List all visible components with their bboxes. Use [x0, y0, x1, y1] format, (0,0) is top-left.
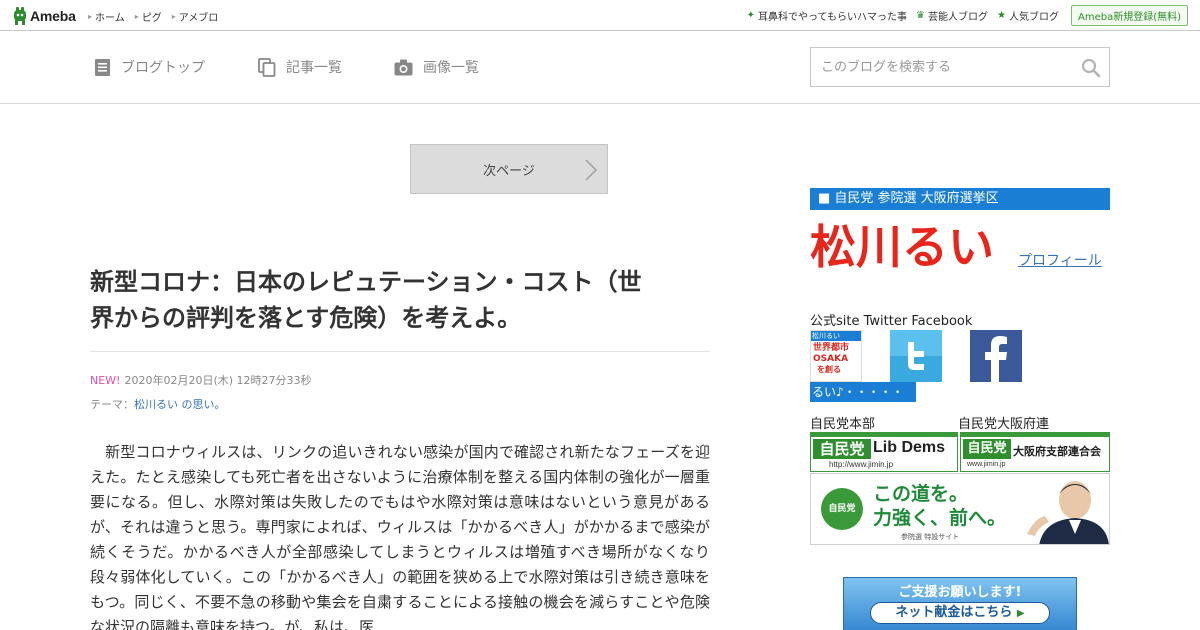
register-button[interactable]: Ameba新規登録(無料) — [1070, 5, 1188, 26]
ldp-osaka-url: www.jimin.jp — [967, 461, 1006, 468]
facebook-button[interactable] — [970, 330, 1022, 382]
document-icon — [95, 58, 110, 76]
next-page-button[interactable]: 次ページ — [410, 144, 608, 194]
article-meta: NEW! 2020年02月20日(木) 12時27分33秒 — [90, 372, 312, 388]
nav-label: ブログトップ — [121, 60, 205, 76]
arrow-right-icon: ▸ — [134, 12, 139, 21]
ameba-mascot-icon — [14, 7, 26, 25]
campaign-sub: 参院選 特設サイト — [901, 533, 960, 541]
global-nav-label: アメブロ — [178, 13, 219, 24]
donation-button[interactable]: ネット献金はこちら ▶ — [870, 602, 1050, 624]
article-title-line1: 新型コロナ：日本のレピュテーション・コスト（世 — [90, 268, 642, 296]
crown-icon: ♛ — [916, 10, 926, 21]
global-nav-label: ホーム — [95, 13, 125, 24]
sparkle-icon: ✦ — [746, 10, 756, 21]
nav-image-list[interactable]: 画像一覧 — [394, 57, 479, 77]
camera-icon — [394, 59, 413, 75]
link-label: 耳鼻科でやってもらいハマった事 — [758, 12, 908, 23]
ameba-logo[interactable]: Ameba — [13, 6, 76, 26]
global-nav-home[interactable]: ▸ ホーム — [88, 9, 125, 24]
twitter-button[interactable] — [890, 330, 942, 382]
sidebar-author-name: 松川るい — [810, 220, 994, 274]
osaka-banner-line1: 世界都市 — [813, 343, 850, 353]
ldp-logo-en2: Dems — [901, 439, 946, 456]
nav-label: 画像一覧 — [423, 60, 479, 76]
global-header: Ameba ▸ ホーム ▸ ピグ ▸ アメブロ ✦ 耳鼻科でやってもらいハマった事 ♛ 芸… — [0, 0, 1200, 31]
search-icon[interactable] — [1081, 58, 1101, 78]
theme-link[interactable]: 松川るい の思い。 — [134, 398, 226, 411]
facebook-icon — [985, 336, 1007, 382]
global-nav: ▸ ホーム ▸ ピグ ▸ アメブロ — [88, 9, 228, 24]
donation-button-label: ネット献金はこちら — [895, 605, 1013, 620]
campaign-banner[interactable]: 自民党 この道を。 力強く、前へ。 参院選 特設サイト — [810, 473, 1110, 545]
copy-icon — [258, 57, 276, 77]
donation-banner[interactable]: ご支援お願いします! ネット献金はこちら ▶ — [843, 577, 1077, 630]
social-links-label: 公式site Twitter Facebook — [810, 314, 973, 329]
ldp-logo-en1: Lib — [873, 439, 897, 456]
ldp-url: http://www.jimin.jp — [829, 460, 894, 469]
global-nav-pigg[interactable]: ▸ ピグ — [135, 9, 162, 24]
global-nav-label: ピグ — [141, 13, 162, 24]
ldp-osaka-text: 大阪府支部連合会 — [1013, 445, 1101, 458]
osaka-banner-line3: を創る — [817, 365, 841, 374]
article-body: 新型コロナウィルスは、リンクの追いきれない感染が国内で確認され新たなフェーズを迎… — [90, 443, 710, 630]
ldp-hq-banner[interactable]: 自民党 Lib Dems http://www.jimin.jp — [810, 432, 958, 472]
article-title-line2: 界からの評判を落とす危険）を考えよ。 — [90, 304, 522, 332]
logo-text: Ameba — [30, 8, 76, 24]
arrow-right-icon: ▸ — [171, 12, 176, 21]
profile-link[interactable]: プロフィール — [1018, 250, 1102, 270]
global-links: ✦ 耳鼻科でやってもらいハマった事 ♛ 芸能人ブログ ★ 人気ブログ Ameba新規登… — [738, 5, 1188, 26]
new-badge: NEW! — [90, 374, 121, 387]
official-site-strip[interactable]: るい♪・・・・・ — [810, 382, 916, 402]
campaign-line2: 力強く、前へ。 — [873, 507, 1007, 529]
next-page-label: 次ページ — [483, 163, 535, 179]
blog-nav: ブログトップ 記事一覧 画像一覧 — [0, 31, 1200, 104]
ldp-osaka-label: 自民党大阪府連 — [958, 417, 1050, 432]
ldp-hq-label: 自民党本部 — [810, 417, 876, 432]
osaka-banner-line2: OSAKA — [813, 354, 849, 364]
link-label: 芸能人ブログ — [928, 12, 989, 23]
triangle-right-icon: ▶ — [1016, 608, 1025, 619]
star-icon: ★ — [997, 10, 1006, 21]
theme-prefix: テーマ： — [90, 398, 134, 411]
article-datetime: 2020年02月20日(木) 12時27分33秒 — [124, 374, 312, 387]
nav-blog-top[interactable]: ブログトップ — [94, 57, 205, 77]
link-label: 人気ブログ — [1008, 12, 1059, 23]
nav-article-list[interactable]: 記事一覧 — [258, 57, 342, 77]
banner-top-stripe — [961, 433, 1109, 437]
ldp-osaka-logo-jp: 自民党 — [963, 439, 1011, 459]
global-nav-ameblo[interactable]: ▸ アメブロ — [172, 9, 219, 24]
link-popular-blogs[interactable]: ★ 人気ブログ — [997, 8, 1059, 23]
official-site-banner[interactable]: 松川るい 世界都市 OSAKA を創る — [810, 330, 862, 382]
chevron-right-icon — [585, 159, 597, 181]
ldp-logo-jp: 自民党 — [813, 439, 871, 459]
osaka-banner-name: 松川るい — [811, 331, 861, 341]
blog-search-input[interactable] — [821, 57, 1071, 77]
portrait-image — [1027, 481, 1109, 544]
article-title[interactable]: 新型コロナ：日本のレピュテーション・コスト（世 界からの評判を落とす危険）を考え… — [90, 264, 712, 336]
link-celebrity-blogs[interactable]: ♛ 芸能人ブログ — [916, 8, 988, 23]
blog-search-box — [810, 47, 1110, 87]
campaign-badge: 自民党 — [821, 488, 863, 530]
twitter-icon — [890, 330, 942, 370]
arrow-right-icon: ▸ — [88, 12, 93, 21]
sidebar-header: ■ 自民党 参院選 大阪府選挙区 — [810, 188, 1110, 210]
nav-label: 記事一覧 — [286, 60, 342, 76]
campaign-line1: この道を。 — [873, 483, 969, 505]
banner-top-stripe — [811, 433, 957, 437]
article-divider — [90, 351, 710, 352]
donation-line1: ご支援お願いします! — [898, 585, 1022, 600]
link-trending-topic[interactable]: ✦ 耳鼻科でやってもらいハマった事 — [747, 8, 907, 23]
ldp-osaka-banner[interactable]: 自民党 大阪府支部連合会 www.jimin.jp — [960, 432, 1110, 472]
article-theme: テーマ：松川るい の思い。 — [90, 396, 226, 412]
